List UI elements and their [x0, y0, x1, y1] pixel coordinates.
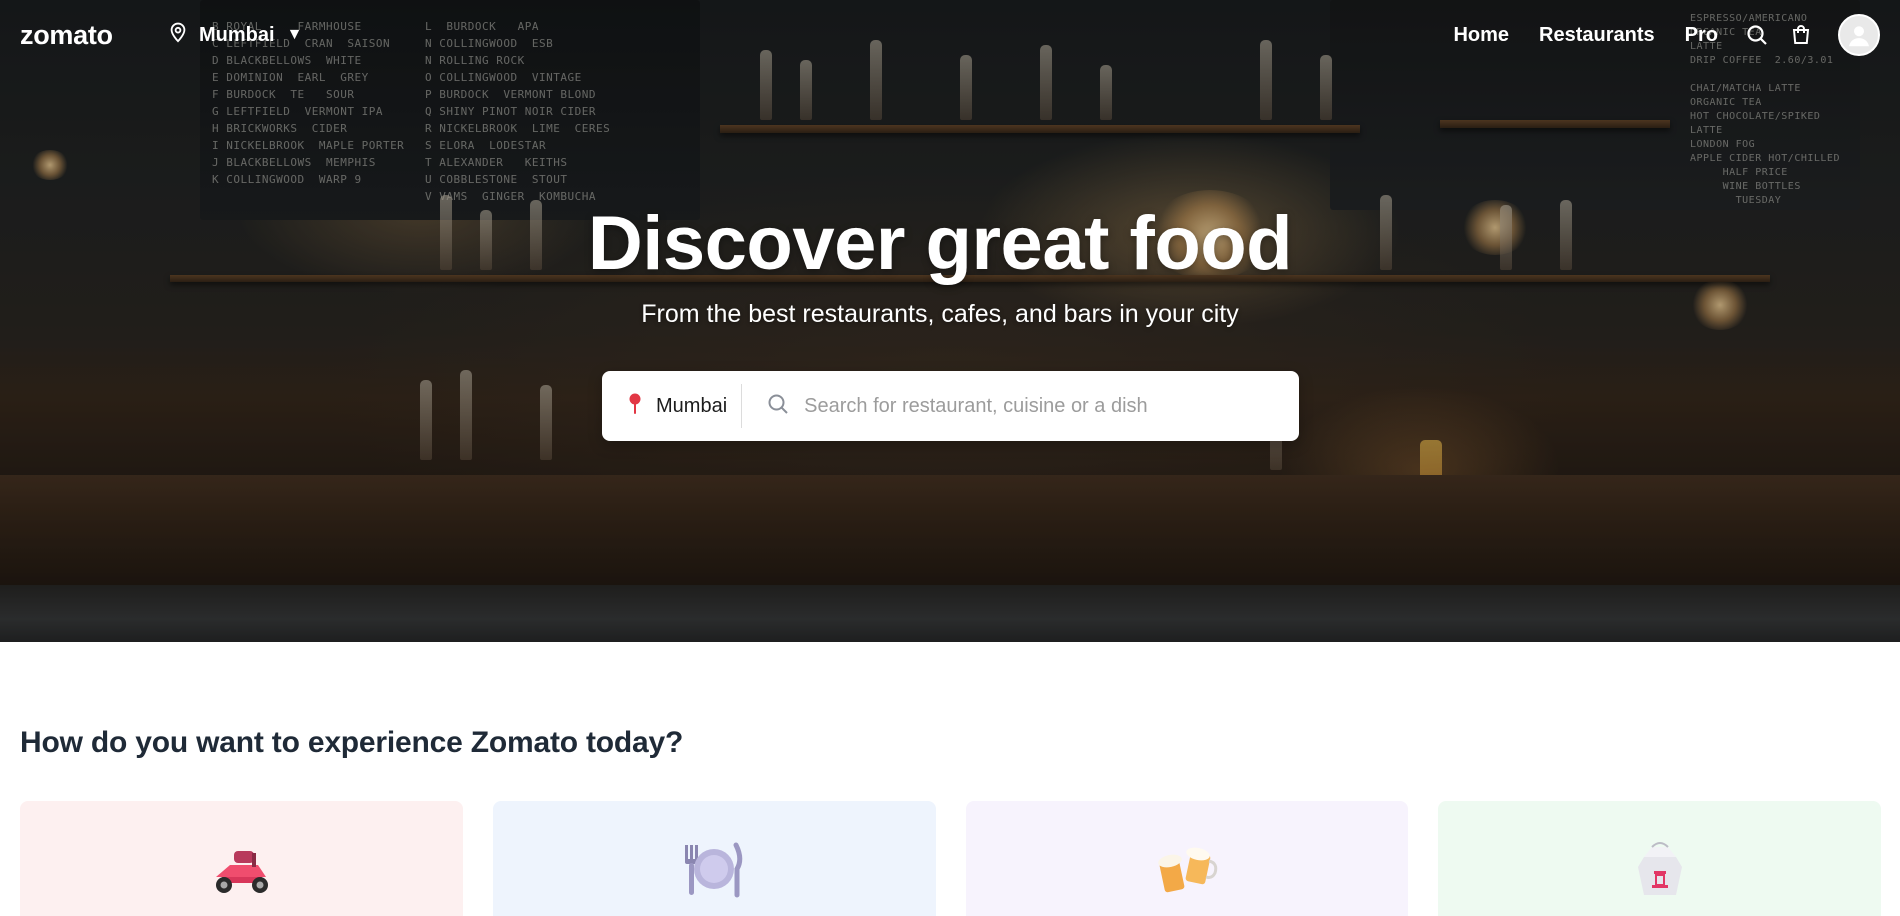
experience-cards [20, 801, 1881, 916]
scooter-icon [206, 839, 276, 899]
location-pin-icon [167, 20, 189, 50]
experience-card-delivery[interactable] [20, 801, 463, 916]
experience-card-dining[interactable] [492, 801, 936, 916]
experience-card-nightlife[interactable] [965, 801, 1409, 916]
cart-icon[interactable] [1788, 22, 1814, 48]
search-location-selector[interactable]: Mumbai [602, 371, 741, 441]
user-avatar[interactable] [1838, 14, 1880, 56]
nav-link-pro[interactable]: Pro [1685, 24, 1718, 47]
plate-cutlery-icon [679, 839, 749, 899]
search-location-label: Mumbai [656, 394, 728, 417]
search-icon[interactable] [1744, 22, 1770, 48]
search-bar: Mumbai [602, 371, 1299, 441]
hero-subtitle: From the best restaurants, cafes, and ba… [641, 300, 1239, 328]
nav-link-restaurants[interactable]: Restaurants [1539, 24, 1655, 47]
map-pin-icon [626, 392, 644, 421]
search-icon [766, 392, 790, 421]
takeout-box-icon [1625, 839, 1695, 899]
top-navbar: zomato Mumbai ▼ Home Restaurants Pro [0, 0, 1900, 70]
location-picker-label: Mumbai [199, 23, 275, 46]
zomato-logo[interactable]: zomato [20, 20, 113, 51]
hero-title: Discover great food [587, 201, 1293, 286]
nav-actions: Home Restaurants Pro [1453, 14, 1900, 56]
nav-link-home[interactable]: Home [1453, 24, 1509, 47]
beer-mugs-icon [1152, 839, 1222, 899]
experience-card-takeaway[interactable] [1438, 801, 1881, 916]
search-input[interactable] [804, 394, 1299, 418]
location-picker[interactable]: Mumbai ▼ [167, 22, 302, 48]
caret-down-icon: ▼ [286, 26, 303, 43]
section-title: How do you want to experience Zomato tod… [20, 726, 684, 759]
